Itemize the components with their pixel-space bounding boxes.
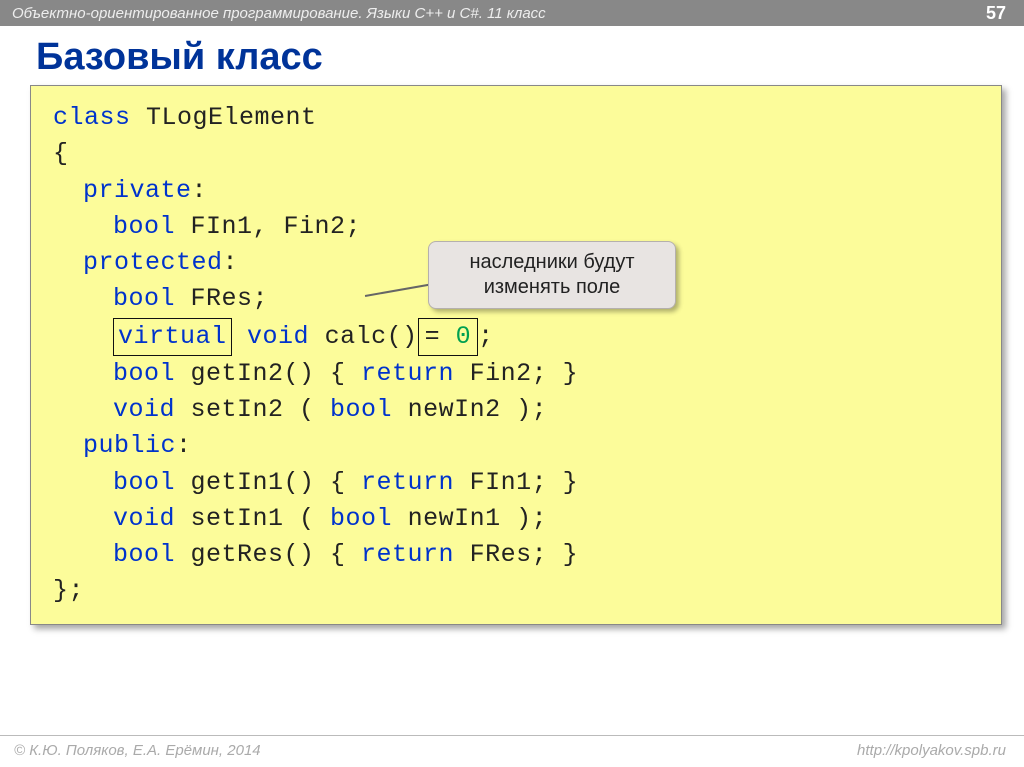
code-line: bool getIn1() { return FIn1; }: [53, 465, 981, 501]
copyright: © К.Ю. Поляков, Е.А. Ерёмин, 2014: [14, 742, 261, 759]
code-line: bool FIn1, Fin2;: [53, 209, 981, 245]
kw-void: void: [113, 395, 175, 424]
kw-class: class: [53, 103, 131, 132]
slide: Объектно-ориентированное программировани…: [0, 0, 1024, 767]
code-line: void setIn2 ( bool newIn2 );: [53, 392, 981, 428]
kw-void: void: [247, 322, 309, 351]
code-line: {: [53, 136, 981, 172]
kw-return: return: [361, 540, 454, 569]
slide-title: Базовый класс: [0, 26, 1024, 85]
callout-box: наследники будут изменять поле: [428, 241, 676, 309]
kw-private: private: [83, 176, 192, 205]
kw-bool: bool: [113, 284, 175, 313]
class-name: TLogElement: [146, 103, 317, 132]
kw-return: return: [361, 468, 454, 497]
header-bar: Объектно-ориентированное программировани…: [0, 0, 1024, 26]
code-line: };: [53, 573, 981, 609]
kw-bool: bool: [113, 359, 175, 388]
code-area: class TLogElement { private: bool FIn1, …: [30, 85, 1002, 625]
kw-bool: bool: [330, 504, 392, 533]
code-line: private:: [53, 173, 981, 209]
kw-bool: bool: [113, 468, 175, 497]
footer-bar: © К.Ю. Поляков, Е.А. Ерёмин, 2014 http:/…: [0, 735, 1024, 767]
kw-void: void: [113, 504, 175, 533]
virtual-box: virtual: [113, 318, 232, 356]
code-box: class TLogElement { private: bool FIn1, …: [30, 85, 1002, 625]
course-title: Объектно-ориентированное программировани…: [12, 5, 546, 22]
page-number: 57: [986, 3, 1006, 24]
kw-bool: bool: [113, 212, 175, 241]
kw-protected: protected: [83, 248, 223, 277]
kw-bool: bool: [330, 395, 392, 424]
code-line: public:: [53, 428, 981, 464]
footer-url: http://kpolyakov.spb.ru: [857, 742, 1006, 759]
code-line: bool getIn2() { return Fin2; }: [53, 356, 981, 392]
kw-return: return: [361, 359, 454, 388]
zero-literal: 0: [456, 322, 472, 351]
pure-virtual-box: = 0: [418, 318, 479, 356]
code-line: void setIn1 ( bool newIn1 );: [53, 501, 981, 537]
code-line: bool getRes() { return FRes; }: [53, 537, 981, 573]
kw-bool: bool: [113, 540, 175, 569]
kw-public: public: [83, 431, 176, 460]
kw-virtual: virtual: [118, 322, 227, 351]
code-line: class TLogElement: [53, 100, 981, 136]
code-line: virtual void calc()= 0;: [53, 318, 981, 356]
